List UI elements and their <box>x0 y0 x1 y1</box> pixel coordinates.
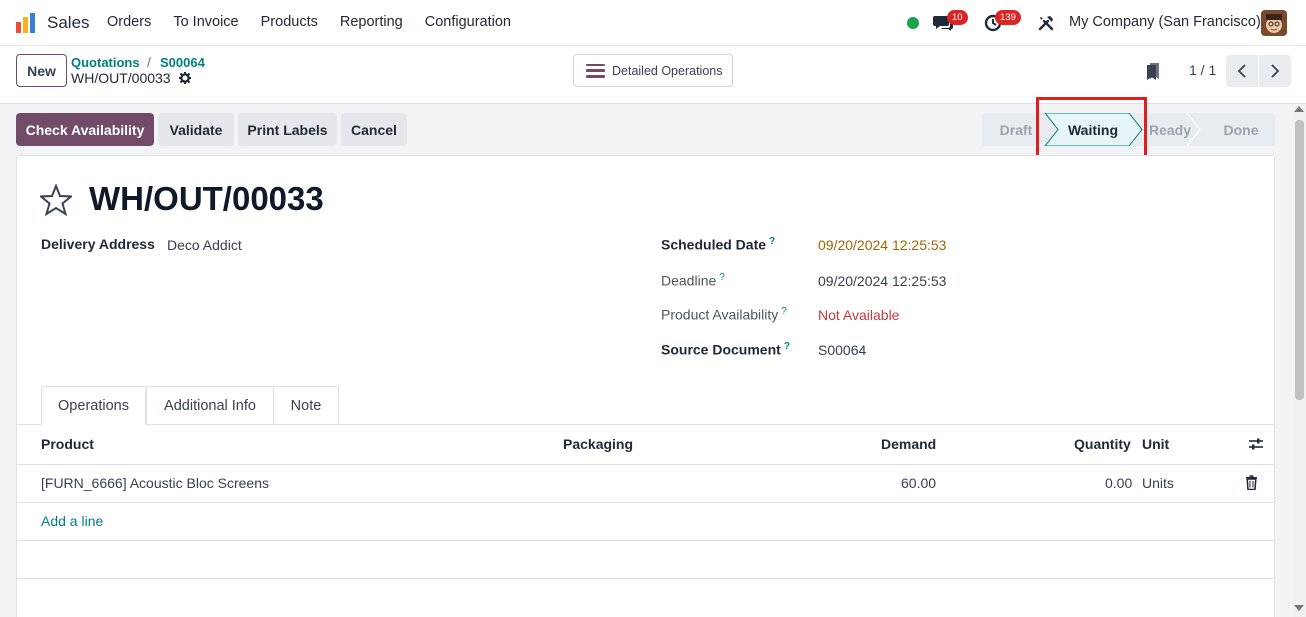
stage-done[interactable]: Done <box>1220 113 1262 146</box>
gear-icon[interactable] <box>179 72 191 84</box>
scroll-up-arrow-icon[interactable] <box>1294 106 1304 112</box>
table-header-divider <box>17 464 1274 465</box>
row-divider <box>17 578 1274 579</box>
chevron-left-icon <box>1237 64 1246 78</box>
tab-operations[interactable]: Operations <box>41 386 146 425</box>
avatar-face-icon <box>1261 10 1287 36</box>
new-button[interactable]: New <box>16 54 67 87</box>
control-panel: New Quotations / S00064 WH/OUT/00033 Det… <box>0 46 1306 104</box>
annotation-highlight-box <box>1036 97 1147 160</box>
menu-orders[interactable]: Orders <box>107 14 151 30</box>
scheduled-date-value[interactable]: 09/20/2024 12:25:53 <box>818 237 946 253</box>
column-header-quantity[interactable]: Quantity <box>1074 436 1131 452</box>
detailed-operations-button[interactable]: Detailed Operations <box>573 54 733 87</box>
source-document-value[interactable]: S00064 <box>818 342 866 358</box>
breadcrumb-quotations[interactable]: Quotations <box>71 55 140 70</box>
top-navbar: Sales Orders To Invoice Products Reporti… <box>0 0 1306 46</box>
row-divider <box>17 502 1274 503</box>
product-availability-label-text: Product Availability <box>661 306 779 323</box>
list-icon <box>586 63 605 78</box>
help-icon[interactable]: ? <box>769 236 775 247</box>
star-icon[interactable] <box>40 184 72 216</box>
trash-icon[interactable] <box>1245 475 1258 490</box>
source-document-label: Source Document? <box>661 341 790 358</box>
pager-next-button[interactable] <box>1259 55 1291 87</box>
product-availability-value: Not Available <box>818 307 900 323</box>
column-header-product[interactable]: Product <box>41 436 94 452</box>
help-icon[interactable]: ? <box>784 341 790 352</box>
column-header-unit[interactable]: Unit <box>1142 436 1169 452</box>
tab-additional-info[interactable]: Additional Info <box>146 386 274 425</box>
scrollbar-thumb[interactable] <box>1295 120 1304 400</box>
menu-configuration[interactable]: Configuration <box>425 14 511 30</box>
validate-button[interactable]: Validate <box>158 113 234 146</box>
add-line-link[interactable]: Add a line <box>41 513 103 529</box>
cell-demand[interactable]: 60.00 <box>901 475 936 491</box>
menu-reporting[interactable]: Reporting <box>340 14 403 30</box>
delivery-address-label: Delivery Address <box>41 236 155 252</box>
deadline-label: Deadline? <box>661 272 725 289</box>
help-icon[interactable]: ? <box>719 272 725 283</box>
chat-count-badge: 10 <box>947 10 968 25</box>
activity-count-badge: 139 <box>995 10 1021 25</box>
row-divider <box>17 540 1274 541</box>
bookmark-icon[interactable] <box>1145 62 1161 80</box>
menu-products[interactable]: Products <box>261 14 318 30</box>
company-switcher[interactable]: My Company (San Francisco) <box>1069 14 1261 30</box>
deadline-value[interactable]: 09/20/2024 12:25:53 <box>818 273 946 289</box>
scroll-down-arrow-icon[interactable] <box>1294 605 1304 611</box>
pager-previous-button[interactable] <box>1226 55 1258 87</box>
detailed-operations-label: Detailed Operations <box>612 63 723 78</box>
online-status-icon <box>907 17 919 29</box>
breadcrumb-order[interactable]: S00064 <box>160 55 205 70</box>
user-avatar[interactable] <box>1261 10 1287 36</box>
delivery-address-value[interactable]: Deco Addict <box>167 237 242 253</box>
breadcrumb-current: WH/OUT/00033 <box>71 70 171 86</box>
column-settings-icon[interactable] <box>1248 436 1264 452</box>
scheduled-date-label-text: Scheduled Date <box>661 236 767 253</box>
column-header-packaging[interactable]: Packaging <box>563 436 633 452</box>
help-icon[interactable]: ? <box>781 306 787 317</box>
column-header-demand[interactable]: Demand <box>881 436 936 452</box>
record-title: WH/OUT/00033 <box>89 180 324 217</box>
stage-ready[interactable]: Ready <box>1148 113 1192 146</box>
cancel-button[interactable]: Cancel <box>341 113 407 146</box>
product-availability-label: Product Availability? <box>661 306 787 323</box>
tools-icon[interactable] <box>1037 14 1055 32</box>
breadcrumb-separator: / <box>147 54 151 70</box>
chevron-right-icon <box>1271 64 1280 78</box>
cell-product[interactable]: [FURN_6666] Acoustic Bloc Screens <box>41 475 269 491</box>
check-availability-button[interactable]: Check Availability <box>16 113 154 146</box>
scheduled-date-label: Scheduled Date? <box>661 236 775 253</box>
stage-draft[interactable]: Draft <box>996 113 1036 146</box>
main-menu: Orders To Invoice Products Reporting Con… <box>107 14 533 30</box>
cell-unit[interactable]: Units <box>1142 475 1174 491</box>
sales-app-icon[interactable] <box>15 12 37 34</box>
tab-note[interactable]: Note <box>273 386 339 425</box>
source-document-label-text: Source Document <box>661 341 781 358</box>
pager-value[interactable]: 1 / 1 <box>1189 62 1216 78</box>
cell-quantity[interactable]: 0.00 <box>1105 475 1132 491</box>
deadline-label-text: Deadline <box>661 272 717 289</box>
app-name[interactable]: Sales <box>47 13 90 33</box>
print-labels-button[interactable]: Print Labels <box>238 113 337 146</box>
menu-to-invoice[interactable]: To Invoice <box>173 14 238 30</box>
